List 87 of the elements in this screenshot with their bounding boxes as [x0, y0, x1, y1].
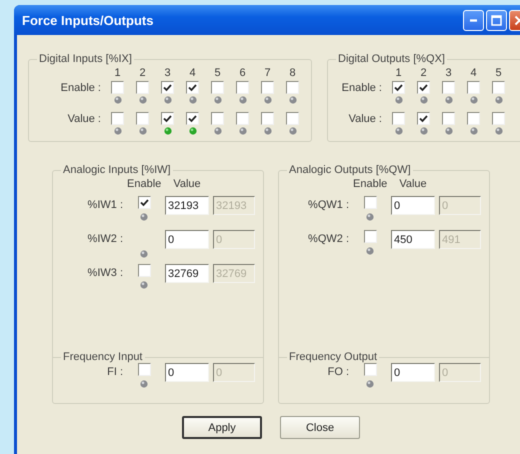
column-header: Enable: [353, 178, 387, 190]
checkbox[interactable]: [492, 112, 505, 125]
group-title: Frequency Output: [288, 351, 378, 363]
group-title: Frequency Input: [62, 351, 144, 363]
checkbox[interactable]: [186, 81, 199, 94]
group-title: Analogic Inputs [%IW]: [62, 164, 172, 176]
channel-number: 4: [189, 67, 196, 79]
group-title: Digital Outputs [%QX]: [337, 53, 446, 65]
channel-label: %IW2 :: [86, 232, 123, 245]
channel-number: 5: [214, 67, 221, 79]
channel-label: %IW3 :: [86, 266, 123, 279]
checkbox[interactable]: [286, 81, 299, 94]
checkbox[interactable]: [286, 112, 299, 125]
value-field[interactable]: 0: [165, 363, 209, 382]
checkbox[interactable]: [467, 81, 480, 94]
value-field[interactable]: 0: [391, 363, 435, 382]
checkbox[interactable]: [111, 81, 124, 94]
value-field[interactable]: 32769: [165, 264, 209, 283]
checkbox[interactable]: [261, 112, 274, 125]
reading-field: 0: [439, 363, 481, 382]
checkbox[interactable]: [442, 81, 455, 94]
reading-field: 32193: [213, 196, 255, 215]
dialog-button[interactable]: Close: [280, 416, 360, 439]
channel-label: %IW1 :: [86, 198, 123, 211]
channel-number: 2: [139, 67, 146, 79]
checkbox[interactable]: [161, 81, 174, 94]
group-title: Digital Inputs [%IX]: [38, 53, 133, 65]
dialog-button[interactable]: Apply: [182, 416, 262, 439]
column-header: Enable: [127, 178, 161, 190]
checkbox[interactable]: [417, 81, 430, 94]
reading-field: 0: [439, 196, 481, 215]
channel-label: FO :: [326, 365, 349, 378]
row-label: Value :: [348, 112, 383, 124]
column-header: Value: [172, 178, 202, 190]
channel-label: %QW2 :: [307, 232, 349, 245]
checkbox[interactable]: [364, 230, 376, 243]
checkbox[interactable]: [186, 112, 199, 125]
checkbox[interactable]: [442, 112, 455, 125]
channel-number: 8: [289, 67, 296, 79]
minimize-icon: [470, 18, 477, 22]
row-label: Enable :: [342, 82, 383, 94]
group-title: Analogic Outputs [%QW]: [288, 164, 412, 176]
channel-number: 5: [495, 67, 502, 79]
reading-field: 0: [213, 230, 255, 249]
checkbox[interactable]: [161, 112, 174, 125]
row-label: Enable :: [60, 82, 102, 94]
checkbox[interactable]: [136, 81, 149, 94]
channel-number: 7: [264, 67, 271, 79]
checkbox[interactable]: [467, 112, 480, 125]
reading-field: 0: [213, 363, 255, 382]
column-header: Value: [398, 178, 428, 190]
value-field[interactable]: 0: [391, 196, 435, 215]
checkbox[interactable]: [138, 363, 150, 376]
checkbox[interactable]: [236, 112, 249, 125]
checkbox[interactable]: [111, 112, 124, 125]
checkbox[interactable]: [211, 112, 224, 125]
checkbox[interactable]: [364, 196, 376, 209]
channel-number: 1: [395, 67, 402, 79]
maximize-icon: [491, 14, 502, 26]
checkbox[interactable]: [236, 81, 249, 94]
checkbox[interactable]: [136, 112, 149, 125]
window-title: Force Inputs/Outputs: [22, 12, 154, 28]
checkbox[interactable]: [138, 264, 150, 277]
channel-number: 2: [420, 67, 427, 79]
row-label: Value :: [68, 112, 102, 124]
channel-number: 4: [470, 67, 477, 79]
channel-number: 3: [164, 67, 171, 79]
checkbox[interactable]: [261, 81, 274, 94]
minimize-button[interactable]: [463, 10, 484, 30]
checkbox[interactable]: [392, 81, 405, 94]
value-field[interactable]: 0: [165, 230, 209, 249]
channel-label: %QW1 :: [307, 198, 349, 211]
maximize-button[interactable]: [486, 10, 507, 30]
reading-field: 32769: [213, 264, 255, 283]
value-field[interactable]: 450: [391, 230, 435, 249]
checkbox[interactable]: [364, 363, 376, 376]
reading-field: 491: [439, 230, 481, 249]
checkbox[interactable]: [417, 112, 430, 125]
channel-label: FI :: [106, 365, 123, 378]
checkbox[interactable]: [138, 196, 150, 209]
checkbox[interactable]: [392, 112, 405, 125]
channel-number: 3: [445, 67, 452, 79]
channel-number: 1: [114, 67, 121, 79]
checkbox[interactable]: [211, 81, 224, 94]
value-field[interactable]: 32193: [165, 196, 209, 215]
channel-number: 6: [239, 67, 246, 79]
checkbox[interactable]: [492, 81, 505, 94]
